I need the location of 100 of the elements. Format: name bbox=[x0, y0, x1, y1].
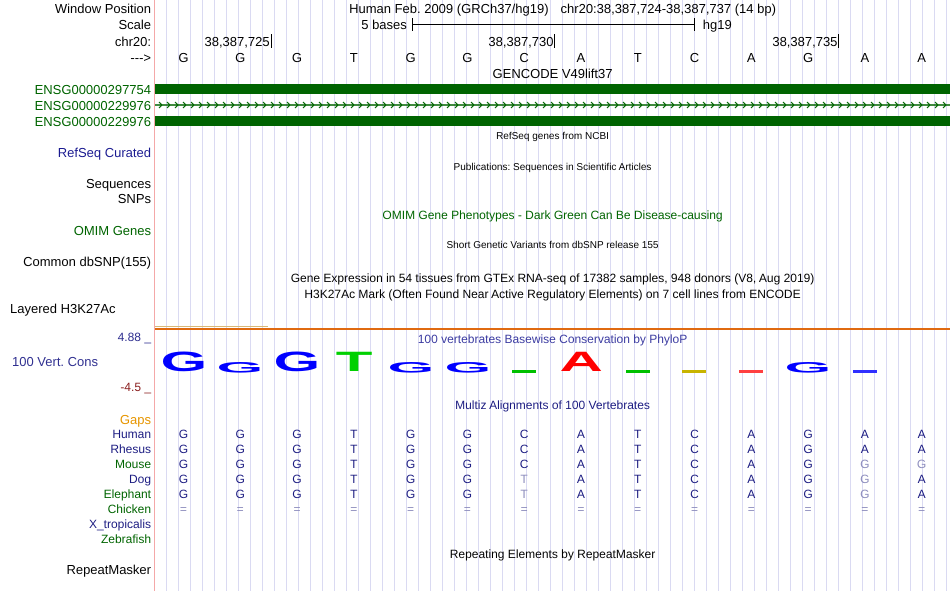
gene-label[interactable]: ENSG00000229976 bbox=[34, 98, 151, 112]
row-label[interactable]: chr20: bbox=[114, 34, 151, 48]
species-label[interactable]: Chicken bbox=[108, 502, 151, 514]
track-title: 100 vertebrates Basewise Conservation by PhyloP bbox=[418, 332, 688, 344]
species-label[interactable]: Human bbox=[112, 428, 151, 440]
base-letter: C bbox=[518, 50, 530, 64]
alignment-base: = bbox=[860, 502, 870, 514]
alignment-base: A bbox=[916, 442, 927, 454]
alignment-base: = bbox=[633, 502, 642, 514]
species-label[interactable]: X_tropicalis bbox=[88, 518, 151, 530]
track-title: RefSeq genes from NCBI bbox=[496, 132, 609, 142]
alignment-base: C bbox=[518, 428, 530, 440]
alignment-base: G bbox=[404, 428, 416, 440]
scale-assembly: hg19 bbox=[702, 18, 732, 31]
logo-letter: G bbox=[784, 362, 832, 374]
track-label[interactable]: Layered H3K27Ac bbox=[10, 301, 116, 316]
track-label[interactable]: OMIM Genes bbox=[74, 224, 151, 236]
base-letter: A bbox=[916, 50, 927, 64]
species-label[interactable]: Dog bbox=[128, 472, 151, 484]
alignment-base: C bbox=[689, 472, 700, 484]
alignment-base: G bbox=[291, 472, 303, 484]
alignment-base: G bbox=[916, 458, 928, 470]
track-label[interactable]: Sequences bbox=[86, 177, 151, 190]
alignment-base: G bbox=[291, 488, 303, 500]
alignment-base: T bbox=[349, 428, 358, 440]
alignment-base: = bbox=[746, 502, 756, 514]
row-label[interactable]: Window Position bbox=[54, 2, 151, 14]
base-letter: G bbox=[802, 50, 814, 64]
logo-letter: G bbox=[444, 362, 491, 374]
base-letter: G bbox=[177, 50, 190, 64]
logo-letter: A bbox=[559, 353, 603, 374]
alignment-base: G bbox=[802, 488, 814, 500]
row-label[interactable]: Scale bbox=[118, 18, 151, 31]
logo-letter: G bbox=[274, 353, 320, 374]
track-label[interactable]: RepeatMasker bbox=[66, 563, 151, 576]
alignment-base: A bbox=[576, 472, 586, 484]
alignment-base: = bbox=[804, 502, 813, 514]
base-letter: T bbox=[632, 50, 643, 64]
alignment-base: = bbox=[178, 502, 188, 514]
track-label[interactable]: SNPs bbox=[118, 192, 151, 205]
alignment-base: A bbox=[746, 458, 756, 470]
alignment-base: A bbox=[860, 428, 870, 440]
alignment-base: G bbox=[404, 488, 416, 500]
alignment-base: G bbox=[462, 472, 473, 484]
alignment-base: A bbox=[916, 472, 927, 484]
species-label[interactable]: Zebrafish bbox=[100, 532, 151, 544]
track-label[interactable]: 100 Vert. Cons bbox=[12, 354, 98, 369]
alignment-base: = bbox=[576, 502, 586, 514]
ruler-label: 38,387,735 bbox=[772, 34, 840, 48]
alignment-base: A bbox=[576, 458, 586, 470]
base-letter: G bbox=[461, 50, 474, 64]
gene-label[interactable]: ENSG00000229976 bbox=[34, 114, 151, 128]
alignment-base: = bbox=[690, 502, 699, 514]
alignment-base: T bbox=[349, 458, 358, 470]
axis-min-label: -4.5 _ bbox=[120, 381, 151, 393]
alignment-base: G bbox=[234, 472, 246, 484]
species-label[interactable]: Rhesus bbox=[110, 442, 151, 454]
logo-letter: G bbox=[160, 353, 207, 374]
alignment-base: G bbox=[178, 472, 190, 484]
alignment-base: G bbox=[802, 428, 814, 440]
alignment-base: T bbox=[633, 488, 642, 500]
ruler-label: 38,387,725 bbox=[204, 34, 272, 48]
scale-text: 5 bases bbox=[361, 18, 407, 31]
gene-block[interactable] bbox=[155, 84, 950, 94]
alignment-base: C bbox=[689, 442, 700, 454]
assembly-title: Human Feb. 2009 (GRCh37/hg19) bbox=[349, 2, 549, 14]
base-letter: G bbox=[234, 50, 246, 64]
alignment-base: A bbox=[576, 488, 586, 500]
track-title: Gene Expression in 54 tissues from GTEx RNA-seq of 17382 samples, 948 donors (V8, Aug 2019) bbox=[290, 272, 814, 284]
alignment-base: A bbox=[746, 442, 756, 454]
alignment-base: = bbox=[349, 502, 358, 514]
alignment-base: G bbox=[178, 428, 190, 440]
logo-letter: G bbox=[216, 362, 264, 374]
alignment-base: = bbox=[520, 502, 529, 514]
base-letter: T bbox=[348, 50, 359, 64]
alignment-base: = bbox=[406, 502, 416, 514]
gene-block[interactable] bbox=[155, 116, 950, 126]
alignment-base: A bbox=[746, 472, 756, 484]
track-title: Multiz Alignments of 100 Vertebrates bbox=[455, 398, 650, 410]
alignment-base: C bbox=[518, 458, 530, 470]
track-title: Repeating Elements by RepeatMasker bbox=[450, 548, 656, 560]
alignment-base: C bbox=[689, 428, 700, 440]
alignment-base: G bbox=[462, 488, 473, 500]
alignment-base: G bbox=[802, 442, 814, 454]
ruler-label: 38,387,730 bbox=[488, 34, 556, 48]
alignment-base: A bbox=[576, 428, 586, 440]
gene-label[interactable]: ENSG00000297754 bbox=[34, 82, 151, 96]
track-title: GENCODE V49lift37 bbox=[492, 66, 612, 80]
base-letter: G bbox=[404, 50, 417, 64]
strand-label[interactable]: ---> bbox=[130, 50, 151, 64]
species-label[interactable]: Mouse bbox=[114, 458, 151, 470]
track-label[interactable]: RefSeq Curated bbox=[58, 146, 151, 158]
alignment-base: G bbox=[462, 458, 473, 470]
track-label[interactable]: Common dbSNP(155) bbox=[23, 255, 151, 268]
species-label[interactable]: Elephant bbox=[104, 488, 151, 500]
gene-line-drawing[interactable] bbox=[155, 102, 950, 108]
alignment-base: G bbox=[462, 428, 473, 440]
alignment-base: G bbox=[178, 458, 190, 470]
track-title: OMIM Gene Phenotypes - Dark Green Can Be Disease-causing bbox=[382, 208, 723, 220]
alignment-base: A bbox=[576, 442, 586, 454]
